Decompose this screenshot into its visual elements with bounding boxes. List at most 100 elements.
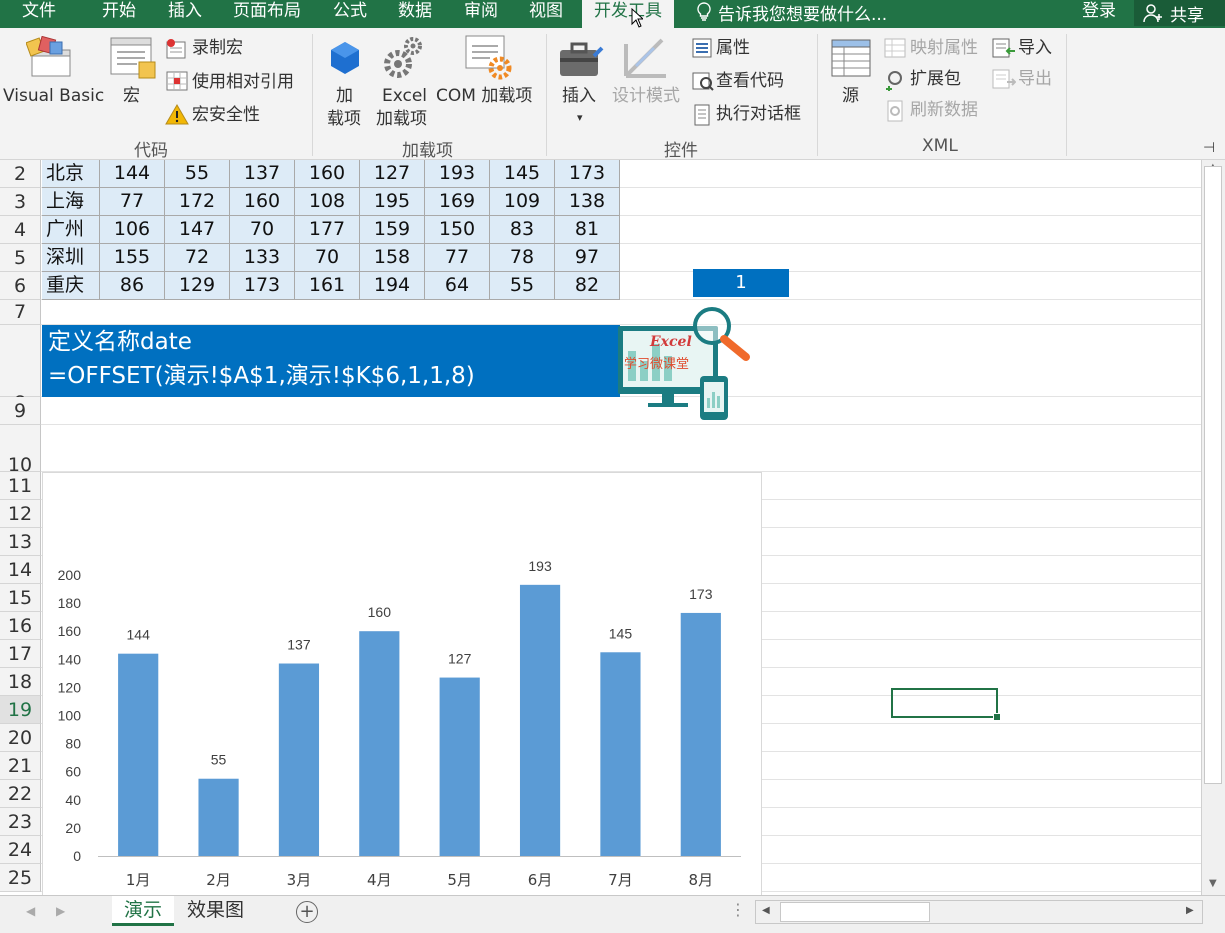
chart-area[interactable]: 0 20 40 60 80 100 120 140 160 180 200 144 1月 55 2月 137 3… (42, 472, 762, 902)
vertical-scrollbar[interactable]: ▲ ▼ (1201, 160, 1225, 895)
insert-control-button[interactable]: 插入 (562, 86, 596, 106)
value-cell[interactable]: 147 (165, 216, 230, 244)
macro-button[interactable]: 宏 (123, 86, 140, 106)
value-cell[interactable]: 138 (555, 188, 620, 216)
city-cell[interactable]: 上海 (42, 188, 100, 216)
tab-home[interactable]: 开始 (102, 0, 136, 28)
add-ins-label-2[interactable]: 载项 (327, 109, 361, 129)
value-cell[interactable]: 193 (425, 160, 490, 188)
value-cell[interactable]: 78 (490, 244, 555, 272)
excel-add-ins-label-1[interactable]: Excel (382, 86, 427, 106)
horizontal-scroll-thumb[interactable] (780, 902, 930, 922)
row-header[interactable]: 23 (0, 808, 41, 836)
city-cell[interactable]: 北京 (42, 160, 100, 188)
value-cell[interactable]: 70 (230, 216, 295, 244)
refresh-data-button[interactable]: 刷新数据 (910, 100, 978, 120)
value-cell[interactable]: 108 (295, 188, 360, 216)
value-cell[interactable]: 106 (100, 216, 165, 244)
add-ins-label-1[interactable]: 加 (336, 86, 353, 106)
value-cell[interactable]: 81 (555, 216, 620, 244)
pin-ribbon-icon[interactable]: ⊣ (1203, 140, 1215, 156)
city-cell[interactable]: 深圳 (42, 244, 100, 272)
scroll-right-icon[interactable]: ▶ (1186, 905, 1194, 916)
value-cell[interactable]: 160 (295, 160, 360, 188)
row-header[interactable]: 10 (0, 425, 41, 476)
row-header[interactable]: 9 (0, 397, 41, 425)
selected-cell[interactable] (891, 688, 1001, 721)
value-cell[interactable]: 161 (295, 272, 360, 300)
sheet-tab-result[interactable]: 效果图 (175, 896, 256, 926)
tab-formulas[interactable]: 公式 (333, 0, 367, 28)
row-header[interactable]: 19 (0, 696, 41, 724)
sheet-tab-demo[interactable]: 演示 (112, 896, 175, 926)
macro-security-button[interactable]: 宏安全性 (192, 105, 260, 125)
value-cell[interactable]: 173 (555, 160, 620, 188)
value-cell[interactable]: 127 (360, 160, 425, 188)
value-cell[interactable]: 137 (230, 160, 295, 188)
row-header[interactable]: 7 (0, 300, 41, 325)
k6-cell[interactable]: 1 (693, 269, 789, 297)
expansion-packs-button[interactable]: 扩展包 (910, 69, 961, 89)
value-cell[interactable]: 109 (490, 188, 555, 216)
row-header[interactable]: 14 (0, 556, 41, 584)
visual-basic-button[interactable]: Visual Basic (3, 86, 104, 106)
worksheet[interactable]: 2345678910111213141516171819202122232425… (0, 160, 1225, 902)
horizontal-scrollbar[interactable]: ◀ ▶ (755, 900, 1203, 924)
share-button[interactable]: 共享 (1134, 0, 1225, 26)
value-cell[interactable]: 55 (165, 160, 230, 188)
import-button[interactable]: 导入 (1018, 38, 1052, 58)
value-cell[interactable]: 150 (425, 216, 490, 244)
value-cell[interactable]: 64 (425, 272, 490, 300)
value-cell[interactable]: 55 (490, 272, 555, 300)
design-mode-button[interactable]: 设计模式 (612, 86, 680, 106)
value-cell[interactable]: 70 (295, 244, 360, 272)
row-header[interactable]: 11 (0, 472, 41, 500)
value-cell[interactable]: 77 (100, 188, 165, 216)
tab-file[interactable]: 文件 (22, 0, 56, 28)
chevron-down-icon[interactable]: ▾ (577, 108, 583, 128)
relative-reference-button[interactable]: 使用相对引用 (192, 72, 294, 92)
value-cell[interactable]: 155 (100, 244, 165, 272)
row-header[interactable]: 6 (0, 272, 41, 300)
row-header[interactable]: 24 (0, 836, 41, 864)
properties-button[interactable]: 属性 (716, 38, 750, 58)
row-header[interactable]: 25 (0, 864, 41, 892)
run-dialog-button[interactable]: 执行对话框 (716, 104, 801, 124)
row-header[interactable]: 3 (0, 188, 41, 216)
add-sheet-icon[interactable]: + (296, 901, 318, 923)
value-cell[interactable]: 82 (555, 272, 620, 300)
row-header[interactable]: 4 (0, 216, 41, 244)
prev-sheet-icon[interactable]: ◀ (26, 904, 35, 918)
value-cell[interactable]: 172 (165, 188, 230, 216)
next-sheet-icon[interactable]: ▶ (56, 904, 65, 918)
scroll-left-icon[interactable]: ◀ (762, 905, 770, 916)
value-cell[interactable]: 159 (360, 216, 425, 244)
tab-split-icon[interactable]: ⋮ (730, 900, 746, 919)
map-properties-button[interactable]: 映射属性 (910, 38, 978, 58)
value-cell[interactable]: 173 (230, 272, 295, 300)
tab-page-layout[interactable]: 页面布局 (233, 0, 301, 28)
record-macro-button[interactable]: 录制宏 (192, 38, 243, 58)
value-cell[interactable]: 194 (360, 272, 425, 300)
value-cell[interactable]: 77 (425, 244, 490, 272)
value-cell[interactable]: 129 (165, 272, 230, 300)
row-header[interactable]: 22 (0, 780, 41, 808)
value-cell[interactable]: 97 (555, 244, 620, 272)
row-header[interactable]: 12 (0, 500, 41, 528)
xml-source-button[interactable]: 源 (842, 86, 859, 106)
view-code-button[interactable]: 查看代码 (716, 71, 784, 91)
value-cell[interactable]: 177 (295, 216, 360, 244)
row-header[interactable]: 21 (0, 752, 41, 780)
tab-review[interactable]: 审阅 (464, 0, 498, 28)
tab-view[interactable]: 视图 (529, 0, 563, 28)
value-cell[interactable]: 169 (425, 188, 490, 216)
value-cell[interactable]: 195 (360, 188, 425, 216)
value-cell[interactable]: 144 (100, 160, 165, 188)
tab-data[interactable]: 数据 (398, 0, 432, 28)
value-cell[interactable]: 145 (490, 160, 555, 188)
excel-add-ins-label-2[interactable]: 加载项 (376, 109, 427, 129)
login-link[interactable]: 登录 (1082, 0, 1116, 22)
row-header[interactable]: 2 (0, 160, 41, 188)
row-header[interactable]: 13 (0, 528, 41, 556)
export-button[interactable]: 导出 (1018, 69, 1052, 89)
